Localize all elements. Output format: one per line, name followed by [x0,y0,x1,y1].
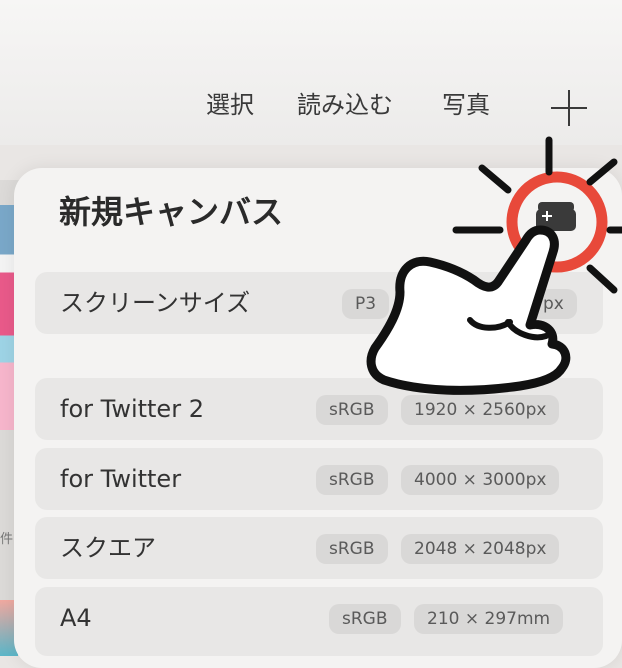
preset-name: スクエア [60,534,156,562]
photo-button[interactable]: 写真 [442,88,490,122]
top-toolbar: 選択 読み込む 写真 [0,0,622,145]
popover-title: 新規キャンバス [59,193,284,231]
preset-row-screen-size[interactable]: スクリーンサイズ P3 px [35,272,603,334]
new-canvas-icon[interactable] [534,198,578,234]
dimension-badge: 1920 × 2560px [401,395,560,425]
dimension-badge: 4000 × 3000px [401,465,560,495]
dimension-badge: 2048 × 2048px [401,534,560,564]
preset-name: for Twitter [60,465,182,493]
color-profile-badge: sRGB [329,604,401,634]
dimension-badge: 210 × 297mm [414,604,564,634]
color-profile-badge: sRGB [316,395,388,425]
color-profile-badge: sRGB [316,534,388,564]
color-profile-badge: sRGB [316,465,388,495]
color-profile-badge: P3 [342,289,390,319]
preset-row[interactable]: for Twitter 2 sRGB 1920 × 2560px [35,378,603,440]
dimension-badge: px [530,289,577,319]
preset-row[interactable]: A4 sRGB 210 × 297mm [35,587,603,656]
import-button[interactable]: 読み込む [297,88,393,122]
preset-row[interactable]: for Twitter sRGB 4000 × 3000px [35,448,603,510]
plus-icon[interactable] [551,90,587,126]
preset-name: for Twitter 2 [60,395,204,423]
artwork-count-label: 件 [0,532,14,547]
preset-row[interactable]: スクエア sRGB 2048 × 2048px [35,517,603,579]
select-button[interactable]: 選択 [206,88,254,122]
preset-name: A4 [60,604,92,632]
preset-name: スクリーンサイズ [60,289,251,317]
